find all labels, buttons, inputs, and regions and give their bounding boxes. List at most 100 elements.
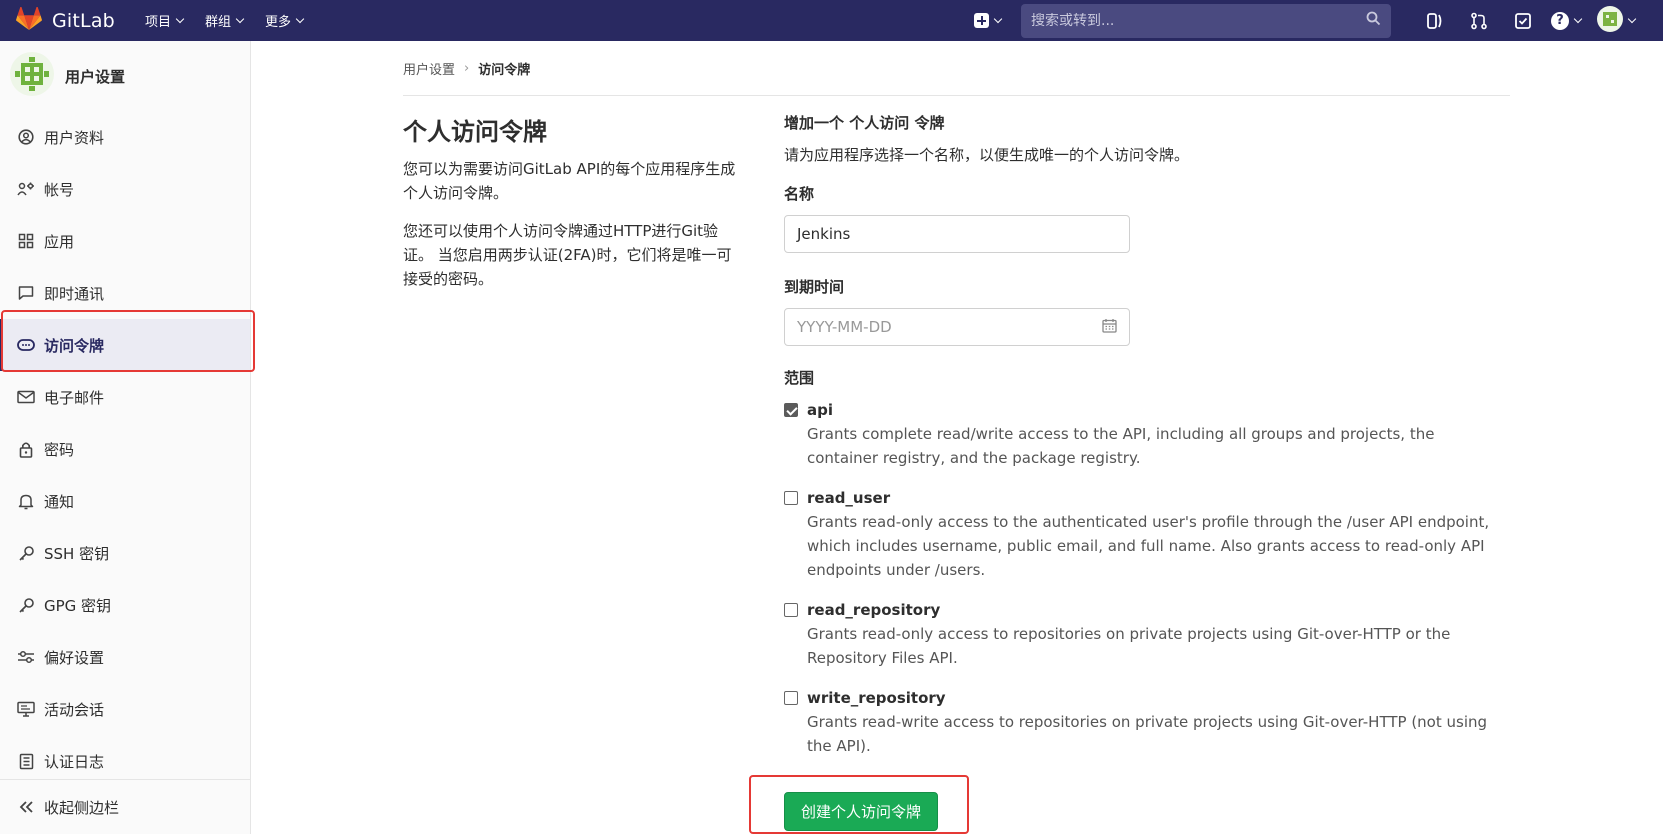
chevron-down-icon: [175, 14, 185, 24]
top-navbar: GitLab 项目 群组 更多 搜索或转到... ?: [0, 0, 1663, 41]
page-title: 个人访问令牌: [403, 118, 547, 146]
scope-name: read_repository: [807, 601, 941, 619]
scope-name: write_repository: [807, 689, 946, 707]
chevron-double-left-icon: [16, 800, 36, 814]
breadcrumb-parent-link[interactable]: 用户设置: [403, 59, 455, 78]
scope-read-user: read_user Grants read-only access to the…: [784, 488, 1510, 582]
sidebar-items: 用户资料 帐号 应用 即时通讯 访问令牌 电子邮件 密码 通知 SSH 密钥 G…: [0, 111, 250, 787]
sidebar-item-chat[interactable]: 即时通讯: [0, 267, 250, 319]
name-label: 名称: [784, 185, 815, 203]
brand-name: GitLab: [52, 9, 115, 32]
breadcrumb: 用户设置 › 访问令牌: [403, 59, 530, 78]
intro-paragraph: 您可以为需要访问GitLab API的每个应用程序生成个人访问令牌。: [403, 160, 736, 202]
expiry-label: 到期时间: [784, 278, 845, 296]
scope-description: Grants read-only access to the authentic…: [807, 513, 1490, 579]
collapse-sidebar-label: 收起侧边栏: [44, 798, 120, 817]
name-field[interactable]: Jenkins: [784, 215, 1130, 253]
scope-api: api Grants complete read/write access to…: [784, 400, 1510, 470]
nav-menu-more[interactable]: 更多: [264, 11, 305, 30]
intro-paragraph: 您还可以使用个人访问令牌通过HTTP进行Git验证。 当您启用两步认证(2FA)…: [403, 222, 732, 288]
help-icon: ?: [1551, 11, 1569, 30]
sidebar-item-account[interactable]: 帐号: [0, 163, 250, 215]
sidebar-item-preferences[interactable]: 偏好设置: [0, 631, 250, 683]
sidebar-item-label: 用户资料: [44, 128, 105, 147]
token-icon: [16, 335, 36, 355]
breadcrumb-current: 访问令牌: [478, 63, 531, 78]
sidebar-item-profile[interactable]: 用户资料: [0, 111, 250, 163]
nav-menu-groups[interactable]: 群组: [204, 11, 245, 30]
calendar-icon[interactable]: [1102, 318, 1117, 337]
scope-name: read_user: [807, 489, 891, 507]
chat-icon: [16, 283, 36, 303]
lock-icon: [16, 439, 36, 459]
user-avatar-dropdown[interactable]: [1597, 5, 1637, 36]
scope-description: Grants complete read/write access to the…: [807, 425, 1435, 467]
scope-checkbox[interactable]: [784, 691, 798, 705]
chevron-down-icon: [1627, 14, 1637, 24]
nav-menu-label: 项目: [144, 15, 171, 30]
sidebar-item-password[interactable]: 密码: [0, 423, 250, 475]
key-icon: [16, 595, 36, 615]
sidebar-item-notifications[interactable]: 通知: [0, 475, 250, 527]
bell-icon: [16, 491, 36, 511]
mail-icon: [16, 387, 36, 407]
sidebar-item-label: SSH 密钥: [44, 544, 110, 563]
preferences-icon: [16, 647, 36, 667]
form-section-title: 增加一个 个人访问 令牌: [784, 114, 945, 132]
expiry-placeholder: YYYY-MM-DD: [797, 318, 892, 336]
gitlab-home-link[interactable]: GitLab: [16, 5, 115, 35]
chevron-down-icon: [295, 14, 305, 24]
sidebar-item-label: 应用: [44, 232, 75, 251]
form-section-description: 请为应用程序选择一个名称，以便生成唯一的个人访问令牌。: [784, 146, 1190, 164]
sidebar-item-label: 电子邮件: [44, 388, 105, 407]
sidebar-item-active-sessions[interactable]: 活动会话: [0, 683, 250, 735]
chevron-down-icon: [1573, 14, 1583, 24]
scope-description: Grants read-write access to repositories…: [807, 713, 1488, 755]
sidebar-item-label: 即时通讯: [44, 284, 105, 303]
help-dropdown[interactable]: ?: [1551, 11, 1583, 30]
scope-checkbox[interactable]: [784, 603, 798, 617]
scope-checkbox[interactable]: [784, 491, 798, 505]
sidebar-item-ssh-keys[interactable]: SSH 密钥: [0, 527, 250, 579]
avatar: [1597, 5, 1623, 36]
sidebar-item-label: 偏好设置: [44, 648, 105, 667]
token-form: 增加一个 个人访问 令牌 请为应用程序选择一个名称，以便生成唯一的个人访问令牌。…: [784, 112, 1510, 758]
plus-square-icon: [974, 13, 989, 28]
gitlab-logo-icon: [16, 5, 42, 35]
nav-menu-projects[interactable]: 项目: [144, 11, 185, 30]
todo-icon[interactable]: [1513, 11, 1533, 31]
sidebar-item-applications[interactable]: 应用: [0, 215, 250, 267]
scopes-label: 范围: [784, 369, 815, 387]
sidebar-title: 用户设置: [65, 67, 126, 86]
sidebar-header[interactable]: 用户设置: [0, 41, 250, 111]
sidebar-item-emails[interactable]: 电子邮件: [0, 371, 250, 423]
sidebar-item-access-tokens[interactable]: 访问令牌: [0, 319, 250, 371]
applications-icon: [16, 231, 36, 251]
expiry-date-field[interactable]: YYYY-MM-DD: [784, 308, 1130, 346]
profile-icon: [16, 127, 36, 147]
chevron-down-icon: [993, 14, 1003, 24]
collapse-sidebar-button[interactable]: 收起侧边栏: [0, 779, 250, 834]
sidebar-item-gpg-keys[interactable]: GPG 密钥: [0, 579, 250, 631]
intro-column: 个人访问令牌 您可以为需要访问GitLab API的每个应用程序生成个人访问令牌…: [403, 112, 743, 305]
sidebar-item-label: 认证日志: [44, 752, 105, 771]
divider: [403, 95, 1510, 96]
create-token-button[interactable]: 创建个人访问令牌: [784, 792, 938, 831]
issues-icon[interactable]: [1425, 11, 1445, 31]
sidebar-item-label: 通知: [44, 492, 75, 511]
nav-menu-label: 群组: [204, 15, 231, 30]
log-icon: [16, 751, 36, 771]
key-icon: [16, 543, 36, 563]
scope-checkbox[interactable]: [784, 403, 798, 417]
search-box[interactable]: [1021, 3, 1391, 38]
scope-description: Grants read-only access to repositories …: [807, 625, 1451, 667]
search-input[interactable]: [1031, 12, 1366, 29]
merge-request-icon[interactable]: [1469, 11, 1489, 31]
sidebar-item-label: 活动会话: [44, 700, 105, 719]
search-icon[interactable]: [1366, 11, 1381, 30]
sidebar-item-label: 密码: [44, 440, 75, 459]
nav-menu-label: 更多: [264, 15, 291, 30]
new-dropdown-button[interactable]: [974, 13, 1003, 28]
scope-name: api: [807, 401, 834, 419]
nav-menu: 项目 群组 更多: [145, 11, 325, 30]
